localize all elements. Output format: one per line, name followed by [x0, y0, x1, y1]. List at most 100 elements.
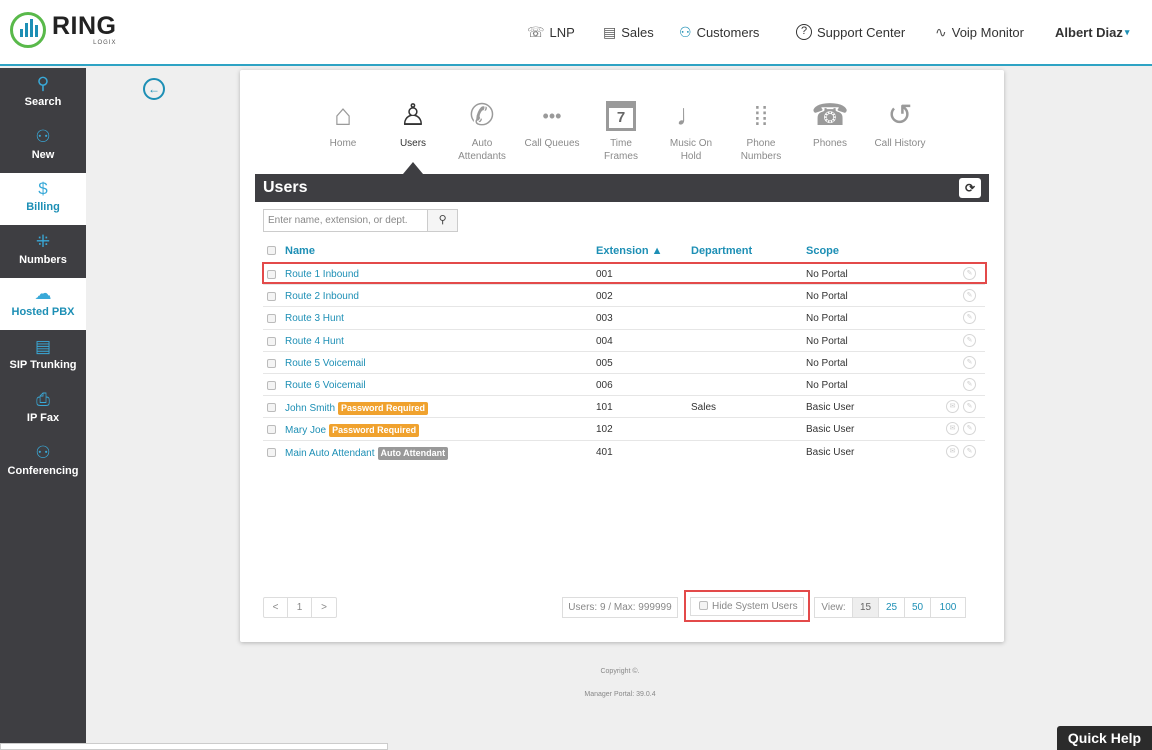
customers-icon: ⚇ [679, 23, 692, 40]
prev-page-button[interactable]: < [264, 598, 288, 617]
search-button[interactable]: ⚲ [427, 210, 457, 231]
ringlogix-logo[interactable]: RING LOGIX [10, 12, 117, 48]
back-arrow-icon[interactable]: ← [143, 78, 165, 100]
user-name-text[interactable]: Route 5 Voicemail [285, 358, 366, 369]
extension-cell: 102 [596, 424, 613, 436]
user-name-link[interactable]: Route 4 Hunt [285, 336, 344, 347]
sidebar-item-conferencing[interactable]: ⚇ Conferencing [0, 437, 86, 489]
edit-icon[interactable]: ✎ [963, 378, 976, 391]
main-panel: ⌂ Home ♙ Users ✆ Auto Attendants ••• Cal… [240, 70, 1004, 642]
user-name-link[interactable]: Route 5 Voicemail [285, 358, 366, 369]
user-name-link[interactable]: John Smith Password Required [285, 402, 429, 416]
user-name-text[interactable]: Route 4 Hunt [285, 336, 344, 347]
refresh-button[interactable]: ⟳ [959, 178, 981, 198]
next-page-button[interactable]: > [312, 598, 336, 617]
table-row[interactable]: Route 6 Voicemail 006 No Portal ✎ [263, 373, 985, 395]
user-name-text[interactable]: Route 2 Inbound [285, 291, 359, 302]
highlight-row-box [262, 262, 987, 284]
select-all-checkbox[interactable] [267, 246, 276, 255]
row-checkbox[interactable] [267, 292, 276, 302]
edit-icon[interactable]: ✎ [963, 444, 976, 458]
row-checkbox[interactable] [267, 403, 276, 413]
hide-system-users-toggle[interactable]: Hide System Users [690, 597, 804, 616]
edit-icon[interactable]: ✎ [963, 355, 976, 369]
user-menu[interactable]: Albert Diaz ▾ [1055, 22, 1129, 42]
nav-support-center[interactable]: ? Support Center [796, 22, 905, 42]
caret-down-icon: ▾ [1124, 26, 1130, 37]
table-row[interactable]: Route 3 Hunt 003 No Portal ✎ [263, 306, 985, 328]
sidebar-item-hosted-pbx[interactable]: ☁ Hosted PBX [0, 278, 86, 330]
row-checkbox[interactable] [267, 314, 276, 324]
user-name-text[interactable]: Mary Joe [285, 425, 326, 436]
app-music-on-hold[interactable]: ♩ Music On Hold [656, 96, 726, 162]
row-checkbox[interactable] [267, 447, 276, 457]
edit-icon[interactable]: ✎ [963, 333, 976, 347]
fax-icon: ⎙ [36, 390, 50, 409]
col-name[interactable]: Name [285, 245, 315, 257]
hide-system-users-highlight: Hide System Users [684, 590, 810, 622]
edit-icon[interactable]: ✎ [963, 311, 976, 325]
app-auto-attendants[interactable]: ✆ Auto Attendants [447, 96, 517, 162]
table-row[interactable]: Route 5 Voicemail 005 No Portal ✎ [263, 350, 985, 373]
user-name-link[interactable]: Mary Joe Password Required [285, 424, 420, 438]
col-extension[interactable]: Extension ▲ [596, 245, 663, 257]
sidebar-item-search[interactable]: ⚲ Search [0, 68, 86, 120]
app-home[interactable]: ⌂ Home [308, 96, 378, 151]
user-name-text[interactable]: Main Auto Attendant [285, 448, 375, 459]
status-badge: Password Required [338, 402, 429, 416]
user-name-text[interactable]: Route 3 Hunt [285, 313, 344, 324]
search-icon: ⚲ [36, 74, 50, 93]
sidebar-item-numbers[interactable]: ⁜ Numbers [0, 226, 86, 278]
table-row[interactable]: Route 4 Hunt 004 No Portal ✎ [263, 328, 985, 351]
voicemail-icon[interactable]: ✉ [946, 400, 959, 414]
view-100-button[interactable]: 100 [931, 598, 965, 617]
user-name-text[interactable]: Route 6 Voicemail [285, 380, 366, 391]
user-name-link[interactable]: Route 3 Hunt [285, 313, 344, 324]
copyright: Copyright ©. [600, 668, 640, 675]
voicemail-icon[interactable]: ✉ [946, 422, 959, 436]
col-scope[interactable]: Scope [806, 245, 839, 257]
view-25-button[interactable]: 25 [879, 598, 905, 617]
nav-customers[interactable]: ⚇ Customers [679, 22, 759, 42]
row-checkbox[interactable] [267, 381, 276, 390]
nav-sales[interactable]: ▤ Sales [603, 22, 654, 42]
app-call-queues[interactable]: ••• Call Queues [517, 96, 587, 151]
app-call-history[interactable]: ↺ Call History [865, 96, 935, 151]
edit-icon[interactable]: ✎ [963, 289, 976, 303]
app-phone-numbers[interactable]: ⁞⁞ Phone Numbers [726, 96, 796, 162]
row-checkbox[interactable] [267, 425, 276, 435]
sidebar-item-sip-trunking[interactable]: ▤ SIP Trunking [0, 331, 86, 383]
sidebar-item-new[interactable]: ⚇ New [0, 121, 86, 173]
nav-sales-label: Sales [621, 24, 654, 40]
page-1-button[interactable]: 1 [288, 598, 312, 617]
quick-help-button[interactable]: Quick Help [1057, 726, 1152, 750]
app-users[interactable]: ♙ Users [378, 96, 448, 151]
sidebar-item-ip-fax[interactable]: ⎙ IP Fax [0, 384, 86, 436]
user-name-text[interactable]: John Smith [285, 403, 335, 414]
table-row[interactable]: Mary Joe Password Required 102 Basic User ✉ ✎ [263, 417, 985, 439]
row-checkbox[interactable] [267, 358, 276, 368]
app-time-frames[interactable]: 7 Time Frames [586, 96, 656, 162]
nav-voip-monitor[interactable]: ∿ Voip Monitor [935, 22, 1024, 42]
table-row[interactable]: John Smith Password Required 101 Sales Basic… [263, 395, 985, 417]
row-checkbox[interactable] [267, 336, 276, 346]
hide-system-users-checkbox[interactable] [699, 601, 708, 610]
user-icon: ♙ [399, 99, 427, 132]
sidebar-item-billing[interactable]: $ Billing [0, 173, 86, 225]
view-15-button[interactable]: 15 [853, 598, 879, 617]
user-name-link[interactable]: Main Auto Attendant Auto Attendant [285, 446, 449, 460]
view-50-button[interactable]: 50 [905, 598, 931, 617]
col-department[interactable]: Department [691, 245, 752, 257]
user-name-link[interactable]: Route 2 Inbound [285, 291, 359, 302]
table-row[interactable]: Route 2 Inbound 002 No Portal ✎ [263, 284, 985, 306]
department-cell: Sales [691, 402, 717, 414]
edit-icon[interactable]: ✎ [963, 422, 976, 436]
edit-icon[interactable]: ✎ [963, 400, 976, 414]
active-app-pointer [403, 162, 423, 174]
voicemail-icon[interactable]: ✉ [946, 444, 959, 458]
search-input[interactable] [264, 210, 428, 231]
user-name-link[interactable]: Route 6 Voicemail [285, 380, 366, 391]
nav-lnp[interactable]: ☏ LNP [527, 22, 575, 42]
app-phones[interactable]: ☎ Phones [795, 96, 865, 151]
table-row[interactable]: Main Auto Attendant Auto Attendant 401 Basi… [263, 439, 985, 462]
